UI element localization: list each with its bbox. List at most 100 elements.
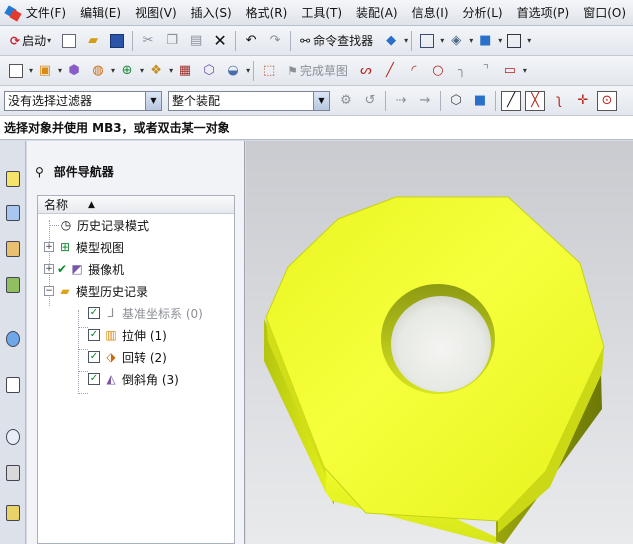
system-materials-icon[interactable] bbox=[3, 461, 23, 485]
end-point-icon[interactable]: ╱ bbox=[501, 90, 521, 111]
start-button[interactable]: ⟳ 启动 ▾ bbox=[6, 31, 55, 51]
rectangle-icon[interactable]: ▭ bbox=[500, 61, 520, 81]
background-icon[interactable] bbox=[504, 31, 524, 51]
folder-icon: ▰ bbox=[60, 284, 70, 298]
command-finder-button[interactable]: ⚯ 命令查找器 bbox=[296, 31, 377, 51]
document-icon[interactable] bbox=[3, 373, 23, 397]
snap-point-icon[interactable]: ⇢ bbox=[391, 91, 411, 111]
datum-feature-icon[interactable]: ⊕ bbox=[117, 61, 137, 81]
select-features-icon[interactable]: ⚙ bbox=[336, 91, 356, 111]
constraint-navigator-icon[interactable] bbox=[3, 201, 23, 225]
menu-preferences[interactable]: 首选项(P) bbox=[510, 2, 577, 24]
tree-item-history-mode[interactable]: ◷ 历史记录模式 bbox=[58, 215, 149, 235]
chamfer-sketch-icon[interactable]: ⌝ bbox=[476, 61, 496, 81]
tree-item-model-history[interactable]: − ▰ 模型历史记录 bbox=[44, 281, 148, 301]
save-icon[interactable] bbox=[107, 31, 127, 51]
surface-feature-icon[interactable]: ◒ bbox=[223, 61, 243, 81]
finish-sketch-button[interactable]: ⚑ 完成草图 bbox=[283, 61, 352, 81]
block-feature-icon[interactable]: ▣ bbox=[35, 61, 55, 81]
tree-item-datum-csys[interactable]: ✓ ⅃ 基准坐标系 (0) bbox=[88, 303, 203, 323]
toolbar-separator bbox=[132, 30, 134, 51]
render-style-icon[interactable]: ◈ bbox=[446, 31, 466, 51]
menu-information[interactable]: 信息(I) bbox=[405, 2, 456, 24]
menu-insert[interactable]: 插入(S) bbox=[184, 2, 239, 24]
part-navigator-header: ⚲ 部件导航器 bbox=[35, 163, 114, 180]
start-icon: ⟳ bbox=[10, 33, 21, 48]
pin-icon[interactable]: ⚲ bbox=[35, 165, 44, 179]
standard-toolbar: ⟳ 启动 ▾ ▰ ✂ ❐ ▤ ✕ ↶ ↷ ⚯ 命令查找器 ◆ ▾ ▾ ◈ ▾ ■ ▾ ▾ bbox=[0, 26, 633, 56]
menu-analysis[interactable]: 分析(L) bbox=[456, 2, 510, 24]
type-filter-dropdown[interactable]: 没有选择过滤器 ▼ bbox=[4, 90, 162, 111]
new-part-icon[interactable] bbox=[6, 61, 26, 81]
line-icon[interactable]: ╱ bbox=[380, 61, 400, 81]
part-navigator-icon[interactable] bbox=[3, 237, 23, 261]
intersection-point-icon[interactable]: ✛ bbox=[573, 91, 593, 111]
sort-ascending-icon: ▲ bbox=[88, 200, 95, 210]
fillet-sketch-icon[interactable]: ╮ bbox=[452, 61, 472, 81]
copy-icon[interactable]: ❐ bbox=[162, 31, 182, 51]
name-column-header[interactable]: 名称 ▲ bbox=[38, 196, 234, 214]
command-finder-label: 命令查找器 bbox=[313, 34, 374, 48]
visibility-checkbox[interactable]: ✓ bbox=[88, 307, 100, 319]
shaded-cube-icon[interactable]: ■ bbox=[475, 31, 495, 51]
reset-filter-icon[interactable]: ↺ bbox=[360, 91, 380, 111]
sketch-icon[interactable]: ⬚ bbox=[259, 61, 279, 81]
menu-view[interactable]: 视图(V) bbox=[128, 2, 184, 24]
arc-center-icon[interactable]: ⊙ bbox=[597, 90, 617, 111]
toolbar-separator bbox=[440, 90, 441, 111]
extrude-feature-icon[interactable]: ⬢ bbox=[64, 61, 84, 81]
revolve-feature-icon[interactable]: ◍ bbox=[88, 61, 108, 81]
collapse-icon[interactable]: − bbox=[44, 286, 54, 296]
select-solid-icon[interactable]: ■ bbox=[470, 91, 490, 111]
toolbar-separator bbox=[235, 30, 237, 51]
selection-scope-dropdown[interactable]: 整个装配 ▼ bbox=[168, 90, 330, 111]
open-folder-icon[interactable]: ▰ bbox=[83, 31, 103, 51]
graphics-window[interactable] bbox=[246, 141, 633, 544]
menu-file[interactable]: 文件(F) bbox=[19, 2, 73, 24]
arc-icon[interactable]: ◜ bbox=[404, 61, 424, 81]
chamfer-icon: ◭ bbox=[106, 372, 116, 386]
menu-format[interactable]: 格式(R) bbox=[239, 2, 295, 24]
undo-icon[interactable]: ↶ bbox=[241, 31, 261, 51]
snap-toggle-icon[interactable]: ⇝ bbox=[415, 91, 435, 111]
expand-icon[interactable]: + bbox=[44, 264, 54, 274]
mid-point-icon[interactable]: ╳ bbox=[525, 90, 545, 111]
roles-icon[interactable] bbox=[3, 501, 23, 525]
reuse-library-icon[interactable] bbox=[3, 273, 23, 297]
visibility-checkbox[interactable]: ✓ bbox=[88, 373, 100, 385]
control-point-icon[interactable]: ʅ bbox=[549, 91, 569, 111]
part-navigator-panel: ⚲ 部件导航器 名称 ▲ ◷ 历史记录模式 + ⊞ 模型视图 + ✔ ◩ 摄像机… bbox=[27, 141, 245, 544]
history-icon[interactable] bbox=[3, 425, 23, 449]
profile-icon[interactable]: ᔕ bbox=[356, 61, 376, 81]
web-browser-icon[interactable] bbox=[3, 327, 23, 351]
menu-assemblies[interactable]: 装配(A) bbox=[349, 2, 405, 24]
menu-tools[interactable]: 工具(T) bbox=[294, 2, 349, 24]
assembly-navigator-icon[interactable] bbox=[3, 167, 23, 191]
tree-item-chamfer[interactable]: ✓ ◭ 倒斜角 (3) bbox=[88, 369, 179, 389]
tree-item-extrude[interactable]: ✓ ▥ 拉伸 (1) bbox=[88, 325, 167, 345]
boolean-feature-icon[interactable]: ▦ bbox=[175, 61, 195, 81]
extrude-icon: ▥ bbox=[105, 328, 117, 342]
visibility-checkbox[interactable]: ✓ bbox=[88, 351, 100, 363]
circle-icon[interactable]: ○ bbox=[428, 61, 448, 81]
menu-window[interactable]: 窗口(O) bbox=[576, 2, 633, 24]
tree-item-model-views[interactable]: + ⊞ 模型视图 bbox=[44, 237, 124, 257]
tree-item-revolve[interactable]: ✓ ⬗ 回转 (2) bbox=[88, 347, 167, 367]
redo-icon[interactable]: ↷ bbox=[265, 31, 285, 51]
pattern-feature-icon[interactable]: ❖ bbox=[146, 61, 166, 81]
orient-view-icon[interactable] bbox=[417, 31, 437, 51]
delete-icon[interactable]: ✕ bbox=[210, 31, 230, 51]
visibility-checkbox[interactable]: ✓ bbox=[88, 329, 100, 341]
selection-bar: 没有选择过滤器 ▼ 整个装配 ▼ ⚙ ↺ ⇢ ⇝ ⬡ ■ ╱ ╳ ʅ ✛ ⊙ bbox=[0, 86, 633, 116]
expand-icon[interactable]: + bbox=[44, 242, 54, 252]
resource-bar bbox=[0, 141, 26, 544]
tree-item-cameras[interactable]: + ✔ ◩ 摄像机 bbox=[44, 259, 124, 279]
cube-view-icon[interactable]: ◆ bbox=[381, 31, 401, 51]
cut-icon[interactable]: ✂ bbox=[138, 31, 158, 51]
new-file-icon[interactable] bbox=[59, 31, 79, 51]
shell-feature-icon[interactable]: ⬡ bbox=[199, 61, 219, 81]
hex-nut-model[interactable] bbox=[246, 141, 633, 544]
paste-icon[interactable]: ▤ bbox=[186, 31, 206, 51]
menu-edit[interactable]: 编辑(E) bbox=[73, 2, 128, 24]
select-body-icon[interactable]: ⬡ bbox=[446, 91, 466, 111]
